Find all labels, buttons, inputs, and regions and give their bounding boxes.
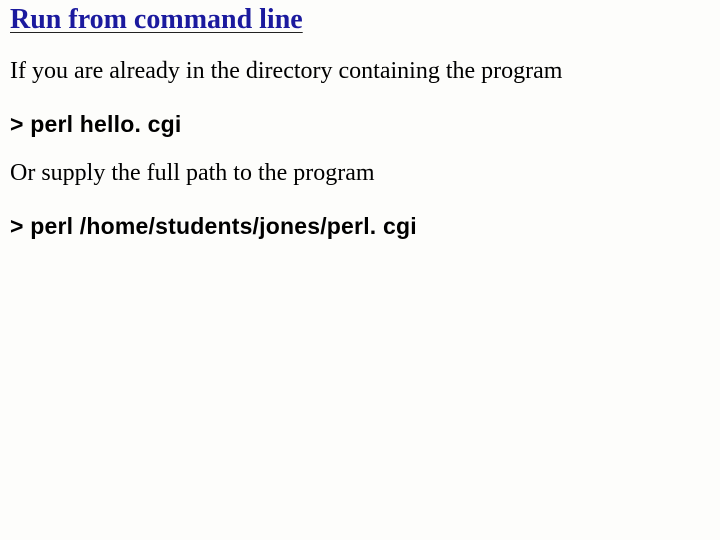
slide-title: Run from command line — [10, 4, 710, 36]
intro-text-2: Or supply the full path to the program — [10, 160, 710, 187]
command-example-1: > perl hello. cgi — [10, 111, 710, 138]
command-example-2: > perl /home/students/jones/perl. cgi — [10, 213, 710, 240]
intro-text-1: If you are already in the directory cont… — [10, 58, 710, 85]
